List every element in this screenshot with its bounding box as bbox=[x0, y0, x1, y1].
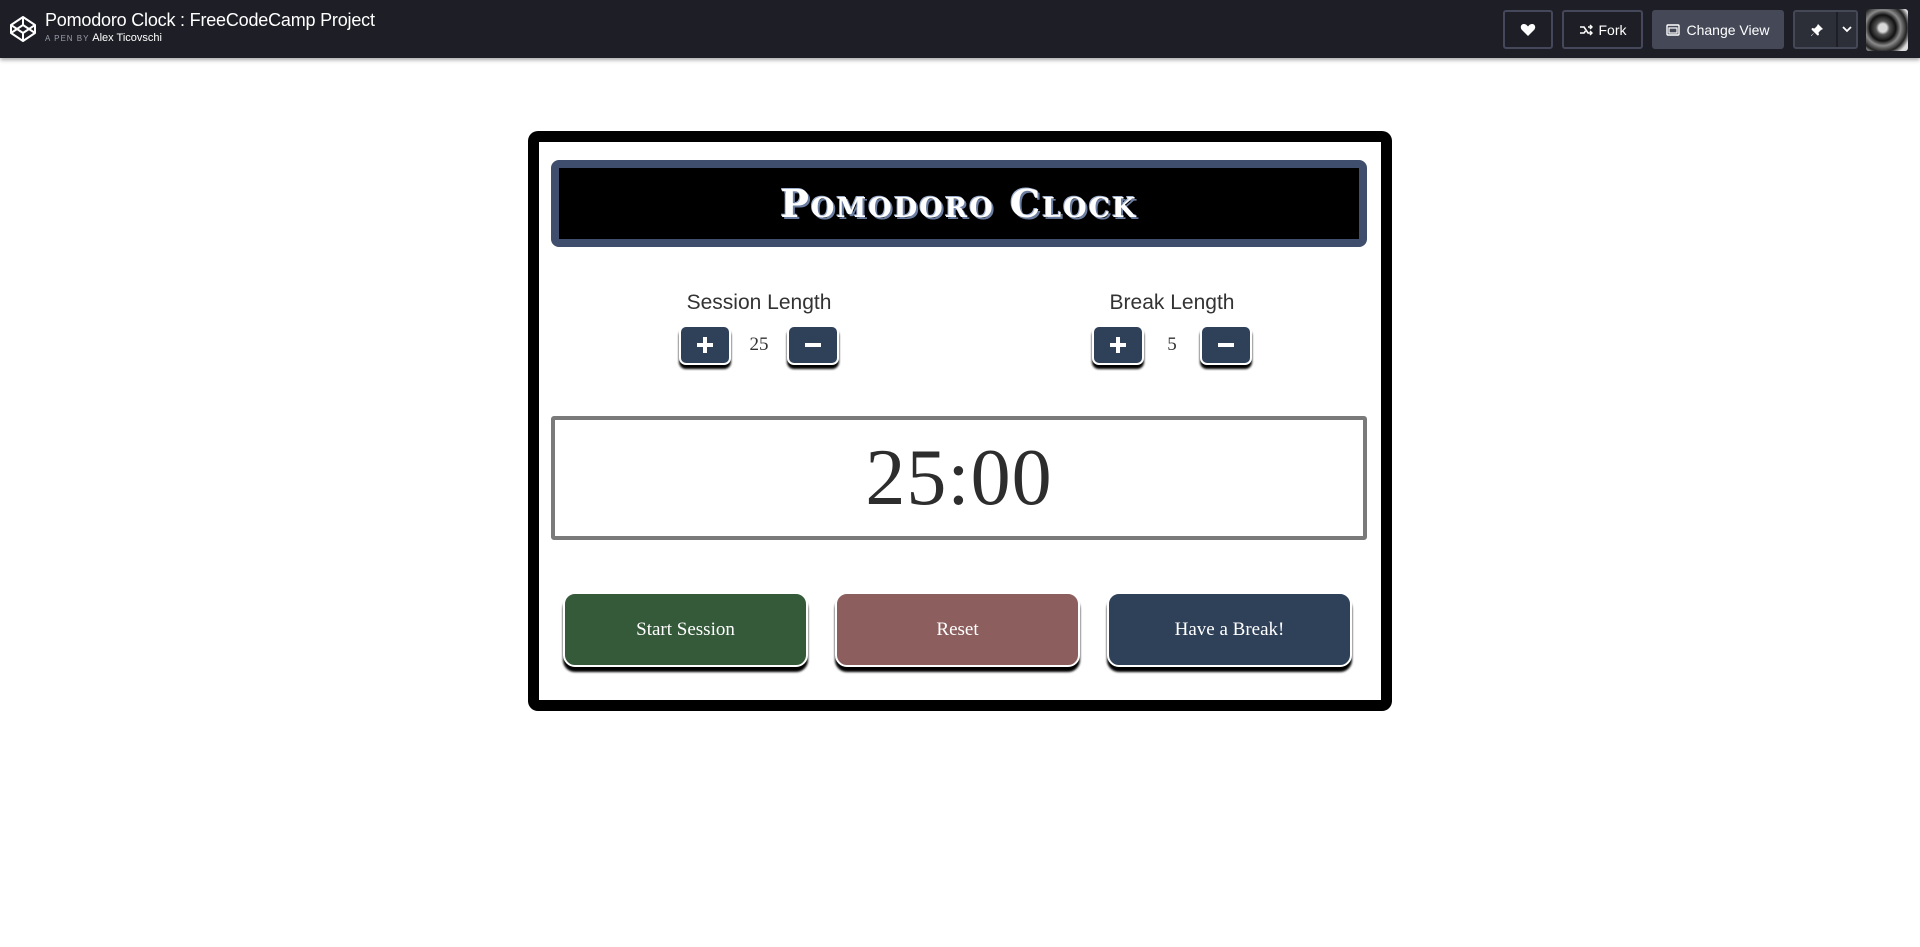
session-length-value: 25 bbox=[749, 334, 769, 355]
break-increment-button[interactable] bbox=[1092, 325, 1144, 365]
fork-label: Fork bbox=[1598, 21, 1627, 38]
author-link[interactable]: Alex Ticovschi bbox=[92, 32, 162, 44]
break-decrement-button[interactable] bbox=[1200, 325, 1252, 365]
pen-info: Pomodoro Clock : FreeCodeCamp Project A … bbox=[45, 9, 375, 46]
minus-icon bbox=[1218, 343, 1234, 347]
app-title: Pomodoro Clock bbox=[780, 181, 1138, 226]
pomodoro-app: Pomodoro Clock Session Length 25 Break L… bbox=[528, 131, 1392, 711]
title-banner: Pomodoro Clock bbox=[551, 160, 1367, 247]
heart-icon bbox=[1520, 23, 1536, 36]
break-length-group: Break Length 5 bbox=[1082, 290, 1262, 365]
pin-divider bbox=[1836, 12, 1838, 47]
pen-title[interactable]: Pomodoro Clock : FreeCodeCamp Project bbox=[45, 9, 375, 31]
chevron-down-icon[interactable] bbox=[1841, 24, 1853, 34]
change-view-label: Change View bbox=[1686, 21, 1770, 38]
pin-button[interactable] bbox=[1793, 10, 1858, 49]
start-session-button[interactable]: Start Session bbox=[563, 592, 808, 667]
session-length-label: Session Length bbox=[686, 291, 832, 314]
session-length-group: Session Length 25 bbox=[669, 290, 849, 365]
session-increment-button[interactable] bbox=[679, 325, 731, 365]
fork-button[interactable]: Fork bbox=[1562, 10, 1643, 49]
change-view-button[interactable]: Change View bbox=[1652, 10, 1784, 49]
change-view-icon bbox=[1666, 23, 1681, 36]
minus-icon bbox=[805, 343, 821, 347]
plus-icon bbox=[697, 337, 713, 353]
break-length-value: 5 bbox=[1167, 334, 1177, 355]
codepen-logo-icon[interactable] bbox=[8, 14, 38, 44]
break-length-label: Break Length bbox=[1109, 291, 1235, 314]
session-length-controls: 25 bbox=[669, 325, 849, 365]
by-label: A PEN BY bbox=[45, 34, 90, 43]
fork-icon bbox=[1579, 24, 1593, 35]
codepen-header: Pomodoro Clock : FreeCodeCamp Project A … bbox=[0, 0, 1920, 58]
pen-byline: A PEN BY Alex Ticovschi bbox=[45, 31, 375, 46]
timer-display: 25:00 bbox=[551, 416, 1367, 540]
break-length-controls: 5 bbox=[1082, 325, 1262, 365]
timer-value: 25:00 bbox=[865, 433, 1053, 522]
have-a-break-button[interactable]: Have a Break! bbox=[1107, 592, 1352, 667]
pin-icon bbox=[1810, 23, 1823, 36]
avatar[interactable] bbox=[1866, 9, 1908, 51]
heart-button[interactable] bbox=[1503, 10, 1553, 49]
plus-icon bbox=[1110, 337, 1126, 353]
reset-button[interactable]: Reset bbox=[835, 592, 1080, 667]
session-decrement-button[interactable] bbox=[787, 325, 839, 365]
